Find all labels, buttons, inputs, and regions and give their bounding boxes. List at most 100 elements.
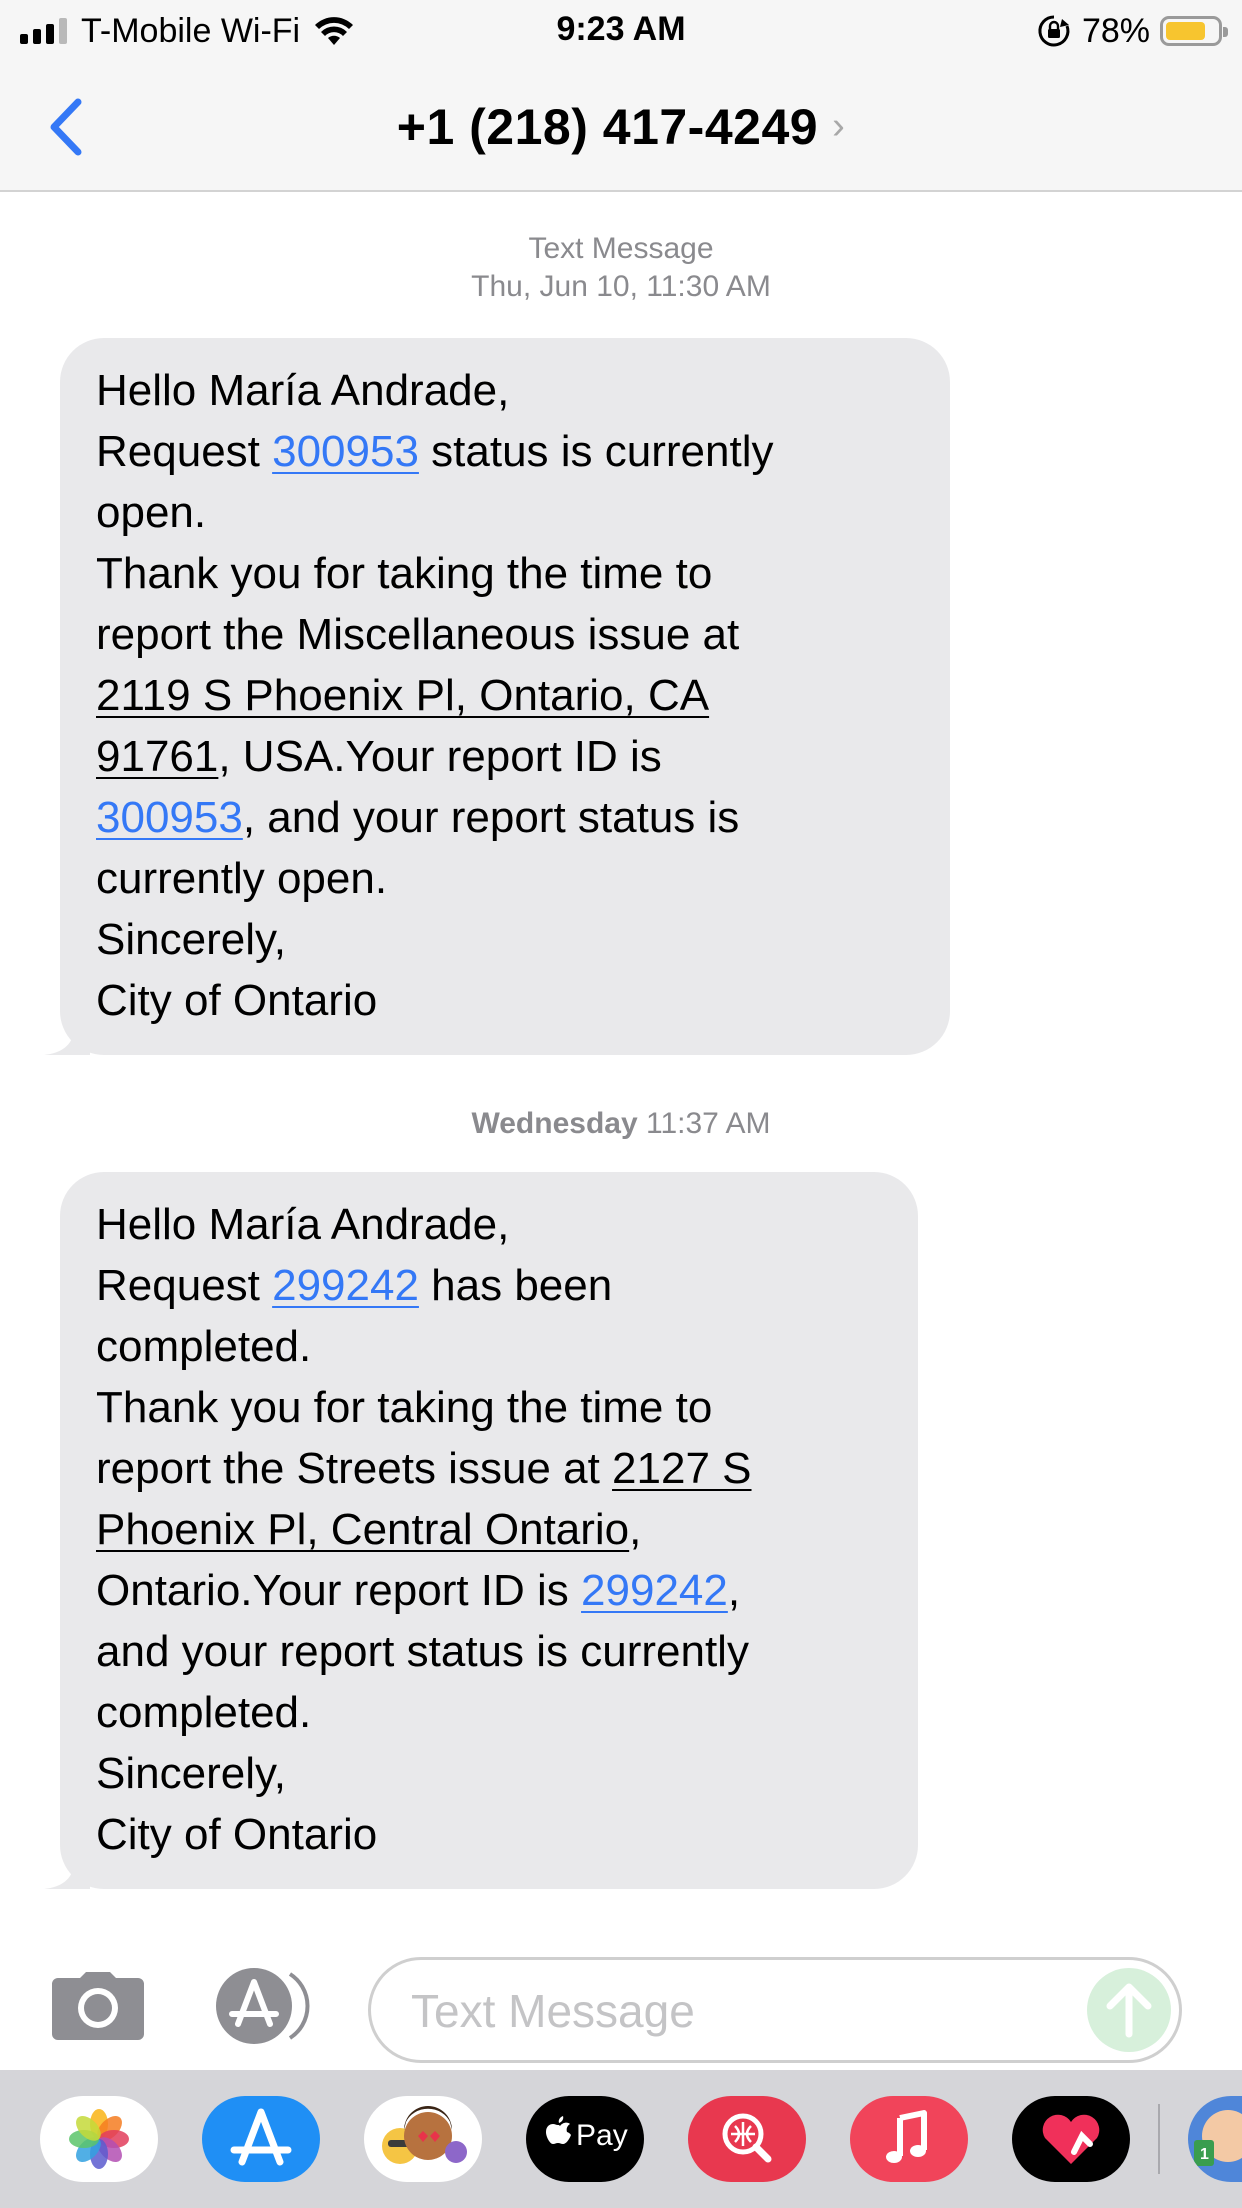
message-line: Request 299242 has been (96, 1255, 882, 1316)
message-line: City of Ontario (96, 970, 914, 1031)
message-text-segment: Ontario.Your report ID is (96, 1566, 582, 1615)
apple-pay-label: Pay (576, 2119, 628, 2152)
message-text-segment: completed. (96, 1688, 312, 1737)
conversation-header: +1 (218) 417-4249 › (0, 62, 1242, 192)
message-line: City of Ontario (96, 1804, 882, 1865)
request-id-link[interactable]: 300953 (272, 427, 419, 476)
message-input[interactable]: Text Message (368, 1957, 1182, 2063)
message-line: 2119 S Phoenix Pl, Ontario, CA (96, 665, 914, 726)
message-line: currently open. (96, 848, 914, 909)
message-line: Sincerely, (96, 1743, 882, 1804)
timestamp-day: Wednesday (471, 1107, 638, 1140)
message-text-segment: City of Ontario (96, 976, 378, 1025)
address-link[interactable]: 2127 S (612, 1444, 751, 1493)
music-app[interactable] (850, 2096, 968, 2182)
image-search-app[interactable] (688, 2096, 806, 2182)
message-text-segment: status is currently (418, 427, 774, 476)
photos-app[interactable] (40, 2096, 158, 2182)
memoji-app[interactable] (364, 2096, 482, 2182)
camera-button[interactable] (50, 1970, 146, 2042)
message-placeholder: Text Message (411, 1985, 695, 2037)
message-text-segment: report the Streets issue at (96, 1444, 613, 1493)
message-text-segment: currently open. (96, 854, 388, 903)
message-line: Sincerely, (96, 909, 914, 970)
camera-icon (52, 1972, 144, 2040)
message-bubble[interactable]: Hello María Andrade, Request 299242 has b… (44, 1172, 918, 1889)
message-text-segment: , and your report status is (242, 793, 740, 842)
message-text-segment: Thank you for taking the time to (96, 549, 713, 598)
timestamp-time: 11:37 AM (645, 1107, 771, 1140)
app-store-icon (230, 2108, 292, 2166)
address-link[interactable]: 91761 (96, 732, 218, 781)
message-line: and your report status is currently (96, 1621, 882, 1682)
app-store-icon (216, 1968, 310, 2044)
battery-percent: 78% (1081, 11, 1150, 50)
message-text-segment: , USA.Your report ID is (218, 732, 662, 781)
photos-icon (69, 2109, 129, 2169)
address-link[interactable]: Phoenix Pl, Central Ontario (96, 1505, 629, 1554)
bubble-tail (44, 1853, 90, 1889)
bubble-tail (44, 1019, 90, 1055)
timestamp-date: Thu, Jun 10, 11:30 AM (471, 270, 771, 303)
game-avatar-app[interactable]: 1 (1188, 2096, 1242, 2182)
memoji-stickers-icon (382, 2106, 467, 2164)
message-text-segment: Hello María Andrade, (96, 366, 510, 415)
status-bar: T-Mobile Wi-Fi 9:23 AM 78% (0, 0, 1242, 62)
message-line: Hello María Andrade, (96, 1194, 882, 1255)
timestamp-label: Text Message (528, 232, 714, 265)
message-text-segment: , (629, 1505, 642, 1554)
battery-level (1166, 22, 1205, 40)
request-id-link[interactable]: 299242 (272, 1261, 419, 1310)
message-text-segment: Sincerely, (96, 915, 286, 964)
battery-cap (1223, 27, 1228, 37)
music-icon (886, 2110, 927, 2163)
message-line: open. (96, 482, 914, 543)
message-text-segment: Thank you for taking the time to (96, 1383, 713, 1432)
message-text-segment: completed. (96, 1322, 312, 1371)
message-line: report the Streets issue at 2127 S (96, 1438, 882, 1499)
status-right: 78% (1036, 11, 1228, 50)
message-line: 91761, USA.Your report ID is (96, 726, 914, 787)
message-text-segment: Sincerely, (96, 1749, 286, 1798)
message-text-segment: and your report status is currently (96, 1627, 749, 1676)
request-id-link[interactable]: 300953 (96, 793, 243, 842)
message-line: Ontario.Your report ID is 299242, (96, 1560, 882, 1621)
image-search-icon (722, 2113, 772, 2163)
message-text-segment: , (727, 1566, 741, 1615)
apple-pay-icon: Pay (546, 2116, 628, 2152)
message-text-segment: open. (96, 488, 207, 537)
game-avatar-icon: 1 (1194, 2110, 1242, 2166)
apple-pay-app[interactable]: Pay (526, 2096, 644, 2182)
message-text-segment: Request (96, 1261, 273, 1310)
message-line: 300953, and your report status is (96, 787, 914, 848)
timestamp-header-2: Wednesday 11:37 AM (0, 1105, 1242, 1143)
timestamp-header-1: Text Message Thu, Jun 10, 11:30 AM (0, 230, 1242, 306)
contact-number[interactable]: +1 (218) 417-4249 (397, 99, 818, 155)
app-drawer: Pay 1 (0, 2070, 1242, 2208)
message-text-segment: Request (96, 427, 273, 476)
chevron-right-icon[interactable]: › (832, 105, 845, 148)
message-text-segment: has been (418, 1261, 613, 1310)
message-line: Thank you for taking the time to (96, 543, 914, 604)
rotation-lock-icon (1038, 15, 1070, 47)
apps-button[interactable] (208, 1966, 318, 2046)
message-line: completed. (96, 1316, 882, 1377)
message-text-segment: report the Miscellaneous issue at (96, 610, 740, 659)
message-bubble[interactable]: Hello María Andrade, Request 300953 statu… (44, 338, 950, 1055)
digital-touch-icon (1042, 2114, 1100, 2164)
contact-title[interactable]: +1 (218) 417-4249 › (0, 98, 1242, 156)
compose-bar: Text Message (0, 1940, 1242, 2070)
message-line: completed. (96, 1682, 882, 1743)
send-arrow-icon (1106, 1983, 1152, 2038)
app-store-app[interactable] (202, 2096, 320, 2182)
message-line: Phoenix Pl, Central Ontario, (96, 1499, 882, 1560)
message-text-segment: Hello María Andrade, (96, 1200, 510, 1249)
address-link[interactable]: 2119 S Phoenix Pl, Ontario, CA (96, 671, 709, 720)
battery-icon (1160, 16, 1228, 46)
message-text: Hello María Andrade, Request 299242 has b… (96, 1194, 882, 1865)
send-button[interactable] (1087, 1968, 1171, 2052)
digital-touch-app[interactable] (1012, 2096, 1130, 2182)
message-line: Request 300953 status is currently (96, 421, 914, 482)
request-id-link[interactable]: 299242 (581, 1566, 728, 1615)
message-text-segment: City of Ontario (96, 1810, 378, 1859)
